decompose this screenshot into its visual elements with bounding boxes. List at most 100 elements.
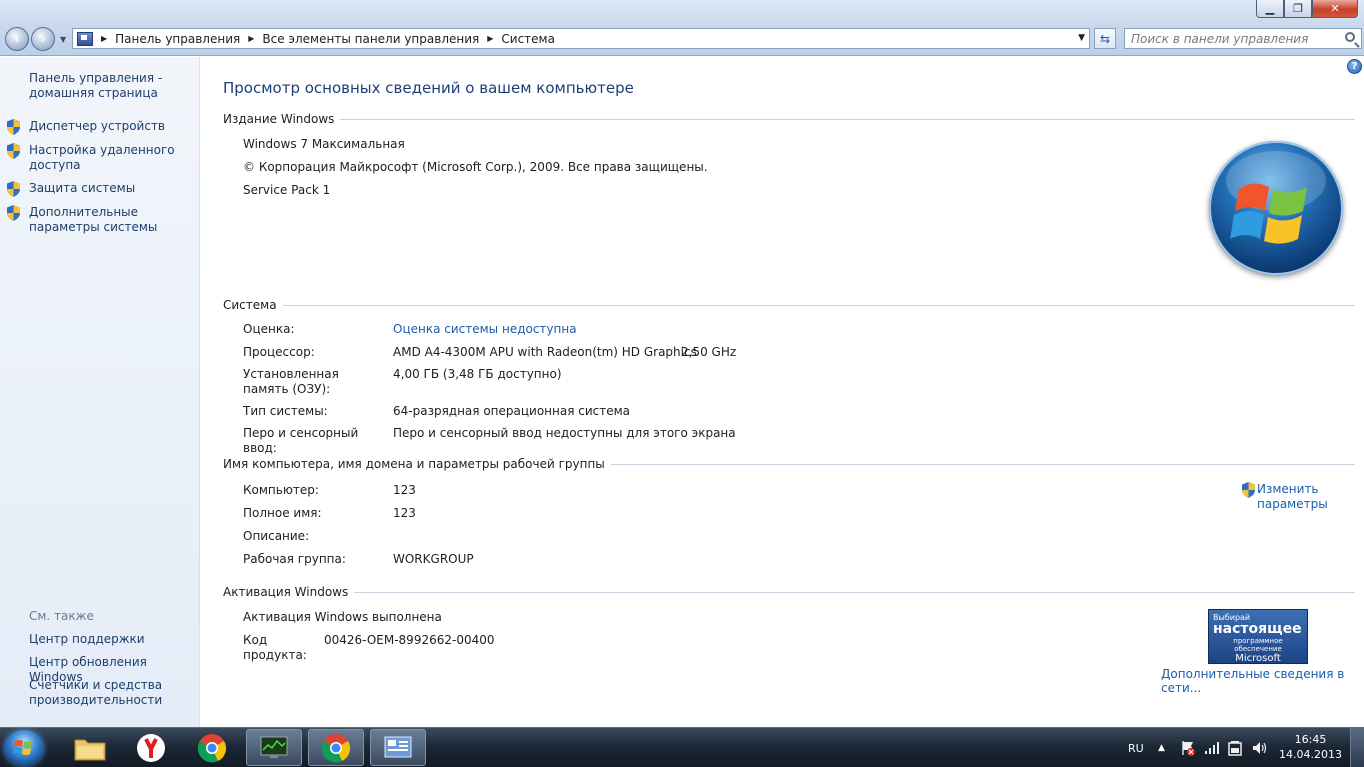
window-controls: ▁ ❐ ✕ xyxy=(1256,0,1358,18)
action-center-link[interactable]: Центр поддержки xyxy=(29,632,197,647)
full-name-label: Полное имя: xyxy=(243,506,322,520)
help-icon[interactable]: ? xyxy=(1347,59,1362,74)
chevron-right-icon[interactable]: ▶ xyxy=(487,34,493,43)
ram-value: 4,00 ГБ (3,48 ГБ доступно) xyxy=(393,367,562,381)
show-hidden-icons-icon[interactable]: ▲ xyxy=(1158,728,1165,767)
restore-button[interactable]: ❐ xyxy=(1284,0,1312,18)
section-heading: Имя компьютера, имя домена и параметры р… xyxy=(223,457,605,471)
workgroup-value: WORKGROUP xyxy=(393,552,474,566)
control-panel-icon xyxy=(384,736,412,757)
product-key-label: Код продукта: xyxy=(243,633,307,662)
activation-status: Активация Windows выполнена xyxy=(243,610,442,624)
clock-time: 16:45 xyxy=(1294,733,1327,746)
change-settings-link[interactable]: Изменить параметры xyxy=(1241,482,1328,512)
pen-touch-label: Перо и сенсорный ввод: xyxy=(243,426,359,455)
edition-name: Windows 7 Максимальная xyxy=(243,137,405,151)
language-indicator[interactable]: RU xyxy=(1128,728,1144,767)
back-button[interactable]: ‹ xyxy=(5,27,29,51)
system-type-label: Тип системы: xyxy=(243,404,328,418)
page-title: Просмотр основных сведений о вашем компь… xyxy=(223,79,634,97)
edition-service-pack: Service Pack 1 xyxy=(243,183,331,197)
chevron-right-icon[interactable]: ▶ xyxy=(248,34,254,43)
start-button[interactable] xyxy=(4,730,44,766)
genuine-microsoft-badge[interactable]: Выбирай настоящее программное обеспечени… xyxy=(1208,609,1308,664)
change-settings-label[interactable]: Изменить параметры xyxy=(1257,482,1328,512)
minimize-button[interactable]: ▁ xyxy=(1256,0,1284,18)
genuine-line-4: Microsoft xyxy=(1235,653,1281,664)
cpu-label: Процессор: xyxy=(243,345,315,359)
recent-pages-dropdown[interactable]: ▼ xyxy=(60,35,66,44)
more-info-online-link[interactable]: Дополнительные сведения в сети... xyxy=(1161,667,1364,695)
forward-button[interactable]: › xyxy=(31,27,55,51)
taskbar: RU ▲ 16:45 14.04.2013 xyxy=(0,727,1364,767)
rating-link[interactable]: Оценка системы недоступна xyxy=(393,322,577,337)
task-manager-icon xyxy=(260,736,288,758)
search-input[interactable] xyxy=(1131,31,1341,46)
search-icon[interactable] xyxy=(1345,32,1355,42)
uac-shield-icon xyxy=(6,143,21,159)
advanced-settings-link[interactable]: Дополнительные параметры системы xyxy=(29,205,197,235)
show-desktop-button[interactable] xyxy=(1350,728,1364,767)
section-system: Система xyxy=(223,298,1355,312)
uac-shield-icon xyxy=(1242,482,1255,498)
breadcrumb-item[interactable]: Все элементы панели управления xyxy=(262,32,479,46)
battery-icon[interactable] xyxy=(1228,728,1242,767)
workgroup-label: Рабочая группа: xyxy=(243,552,346,566)
uac-shield-icon xyxy=(6,205,21,221)
section-activation: Активация Windows xyxy=(223,585,1355,599)
system-type-value: 64-разрядная операционная система xyxy=(393,404,631,418)
network-signal-icon[interactable] xyxy=(1204,728,1220,767)
volume-icon[interactable] xyxy=(1252,728,1268,767)
computer-name-value: 123 xyxy=(393,483,416,497)
close-button[interactable]: ✕ xyxy=(1312,0,1358,18)
main-content: ? Просмотр основных сведений о вашем ком… xyxy=(201,57,1364,727)
clock-date: 14.04.2013 xyxy=(1279,748,1342,761)
control-panel-icon xyxy=(77,31,93,46)
taskbar-task-manager[interactable] xyxy=(246,729,302,766)
genuine-line-2: настоящее xyxy=(1213,621,1302,637)
uac-shield-icon xyxy=(6,181,21,197)
description-label: Описание: xyxy=(243,529,310,543)
taskbar-control-panel[interactable] xyxy=(370,729,426,766)
see-also-heading: См. также xyxy=(29,609,94,623)
breadcrumb-item[interactable]: Система xyxy=(501,32,555,46)
section-computer-name: Имя компьютера, имя домена и параметры р… xyxy=(223,457,1355,471)
ram-label: Установленная память (ОЗУ): xyxy=(243,367,339,396)
device-manager-link[interactable]: Диспетчер устройств xyxy=(29,119,197,134)
cpu-frequency: 2,50 GHz xyxy=(681,345,737,359)
chevron-right-icon[interactable]: ▶ xyxy=(101,34,107,43)
rating-label: Оценка: xyxy=(243,322,295,336)
performance-tools-link[interactable]: Счетчики и средства производительности xyxy=(29,678,197,708)
yandex-browser-icon xyxy=(137,733,165,762)
address-bar[interactable]: ▶ Панель управления ▶ Все элементы панел… xyxy=(72,28,1090,49)
windows-logo xyxy=(1209,141,1343,275)
system-protection-link[interactable]: Защита системы xyxy=(29,181,197,196)
product-key-value: 00426-OEM-8992662-00400 xyxy=(324,633,495,647)
edition-copyright: © Корпорация Майкрософт (Microsoft Corp.… xyxy=(243,160,708,174)
breadcrumb-item[interactable]: Панель управления xyxy=(115,32,240,46)
action-center-flag-icon[interactable] xyxy=(1180,728,1196,767)
section-heading: Активация Windows xyxy=(223,585,349,599)
taskbar-yandex[interactable] xyxy=(123,729,179,766)
taskbar-chrome-window[interactable] xyxy=(308,729,364,766)
system-clock[interactable]: 16:45 14.04.2013 xyxy=(1279,732,1342,762)
cpu-value: AMD A4-4300M APU with Radeon(tm) HD Grap… xyxy=(393,345,697,359)
folder-icon xyxy=(74,739,106,760)
full-name-value: 123 xyxy=(393,506,416,520)
chrome-icon xyxy=(197,733,227,762)
taskbar-chrome[interactable] xyxy=(184,729,240,766)
left-nav-pane: Панель управления - домашняя страница Ди… xyxy=(0,57,200,727)
remote-settings-link[interactable]: Настройка удаленного доступа xyxy=(29,143,197,173)
control-panel-home-link[interactable]: Панель управления - домашняя страница xyxy=(29,71,197,101)
section-heading: Издание Windows xyxy=(223,112,335,126)
section-heading: Система xyxy=(223,298,277,312)
address-dropdown-icon[interactable]: ▼ xyxy=(1078,33,1085,43)
chrome-icon xyxy=(321,733,351,762)
taskbar-explorer[interactable] xyxy=(62,729,118,766)
refresh-button[interactable]: ⇆ xyxy=(1094,28,1116,49)
genuine-line-3: программное обеспечение xyxy=(1233,637,1283,653)
search-box xyxy=(1124,28,1362,49)
section-edition: Издание Windows xyxy=(223,112,1355,126)
pen-touch-value: Перо и сенсорный ввод недоступны для это… xyxy=(393,426,736,440)
computer-name-label: Компьютер: xyxy=(243,483,319,497)
